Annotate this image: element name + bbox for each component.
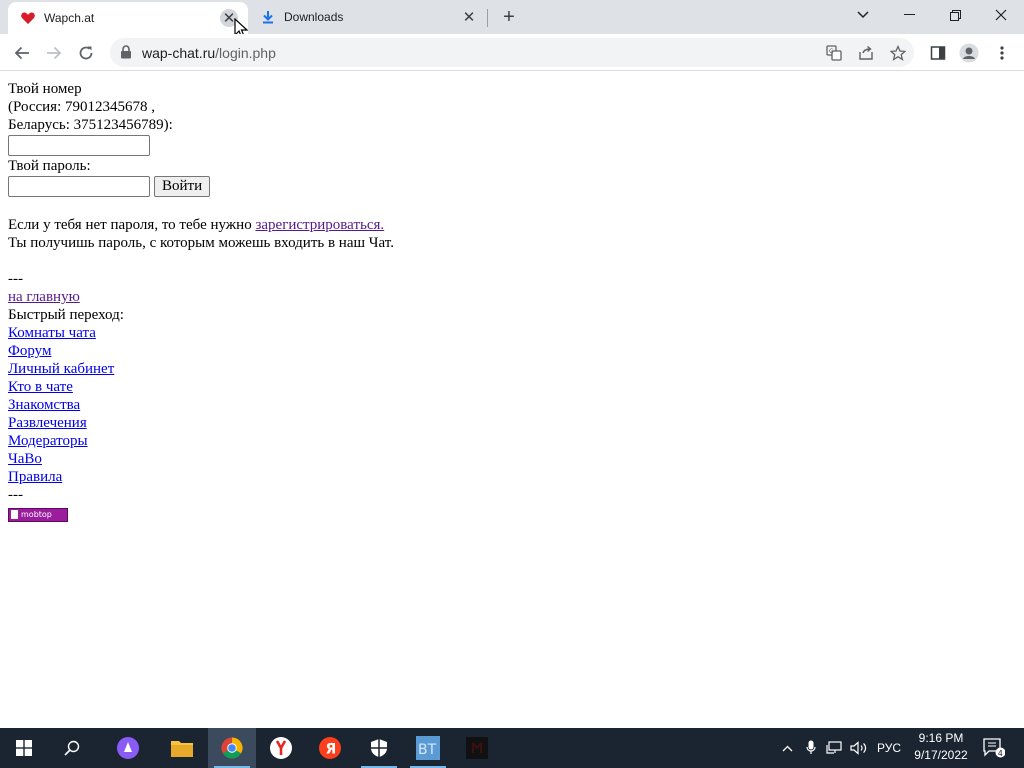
password-input[interactable] — [8, 176, 150, 197]
browser-toolbar: wap-chat.ru/login.php G — [0, 34, 1024, 71]
share-icon[interactable] — [856, 43, 876, 63]
security-shield-icon[interactable] — [355, 728, 403, 768]
number-label-line3: Беларусь: 375123456789): — [8, 117, 173, 133]
svg-text:BT: BT — [418, 742, 437, 758]
heart-icon — [20, 10, 36, 26]
file-explorer-icon[interactable] — [158, 728, 206, 768]
number-label-line2: (Россия: 79012345678 , — [8, 99, 155, 115]
tab-separator — [487, 9, 488, 27]
microphone-icon[interactable] — [802, 728, 820, 768]
number-label-line1: Твой номер — [8, 81, 82, 97]
separator-bottom: --- — [8, 487, 23, 503]
nav-link-rules[interactable]: Правила — [8, 469, 62, 485]
language-indicator[interactable]: РУС — [872, 728, 906, 768]
tab-title: Downloads — [284, 10, 344, 24]
windows-taskbar: Я BT РУС 9:16 PM 9/17/2022 4 — [0, 728, 1024, 768]
lock-icon[interactable] — [120, 45, 134, 59]
taskbar-clock[interactable]: 9:16 PM 9/17/2022 — [906, 730, 976, 766]
register-line: Если у тебя нет пароля, то тебе нужно за… — [8, 216, 394, 234]
clock-date: 9/17/2022 — [914, 748, 968, 762]
nav-link-chat-rooms[interactable]: Комнаты чата — [8, 325, 96, 341]
nav-link-moderators[interactable]: Модераторы — [8, 433, 88, 449]
tab-downloads[interactable]: Downloads ✕ — [248, 0, 488, 34]
restore-button[interactable] — [932, 0, 978, 30]
forward-button[interactable] — [40, 39, 68, 67]
mobtop-counter-badge[interactable]: mobtop — [8, 508, 68, 522]
back-button[interactable] — [8, 39, 36, 67]
minimize-button[interactable] — [886, 0, 932, 30]
translate-icon[interactable]: G — [824, 43, 844, 63]
menu-dots-icon[interactable] — [988, 39, 1016, 67]
close-tab-icon[interactable]: ✕ — [460, 8, 478, 26]
home-link[interactable]: на главную — [8, 289, 80, 305]
clock-time: 9:16 PM — [918, 731, 964, 745]
bt-app-icon[interactable]: BT — [404, 728, 452, 768]
login-button[interactable]: Войти — [154, 176, 211, 197]
register-text: Если у тебя нет пароля, то тебе нужно — [8, 217, 256, 233]
quick-nav-label: Быстрый переход: — [8, 307, 124, 323]
start-button[interactable] — [0, 728, 48, 768]
new-tab-button[interactable]: + — [498, 6, 520, 28]
alice-assistant-icon[interactable] — [104, 728, 152, 768]
nav-link-faq[interactable]: ЧаВо — [8, 451, 42, 467]
tab-wapchat[interactable]: Wapch.at ✕ — [8, 2, 248, 34]
address-bar[interactable]: wap-chat.ru/login.php G — [110, 38, 914, 67]
download-icon — [260, 9, 276, 25]
search-icon[interactable] — [48, 728, 96, 768]
phone-number-input[interactable] — [8, 135, 150, 156]
svg-text:Я: Я — [326, 742, 337, 758]
register-note: Ты получишь пароль, с которым можешь вхо… — [8, 235, 394, 251]
profile-avatar-icon[interactable] — [955, 39, 983, 67]
web-page: Твой номер (Россия: 79012345678 , Белару… — [0, 72, 1024, 728]
yandex-icon[interactable]: Я — [306, 728, 354, 768]
chrome-taskbar-icon[interactable] — [208, 728, 256, 768]
url-text: wap-chat.ru/login.php — [142, 45, 276, 61]
side-panel-icon[interactable] — [924, 39, 952, 67]
svg-text:G: G — [829, 48, 834, 55]
password-label: Твой пароль: — [8, 158, 91, 174]
nav-link-who-in-chat[interactable]: Кто в чате — [8, 379, 73, 395]
tab-strip: Wapch.at ✕ Downloads ✕ + — [0, 0, 1024, 34]
tab-title: Wapch.at — [44, 11, 95, 25]
dark-app-icon[interactable] — [453, 728, 501, 768]
notification-center-icon[interactable]: 4 — [980, 728, 1008, 768]
separator-top: --- — [8, 271, 23, 287]
bookmark-star-icon[interactable] — [888, 43, 908, 63]
nav-link-personal-cabinet[interactable]: Личный кабинет — [8, 361, 114, 377]
nav-link-entertainment[interactable]: Развлечения — [8, 415, 87, 431]
tray-chevron-up-icon[interactable] — [778, 728, 796, 768]
yandex-browser-icon[interactable] — [257, 728, 305, 768]
register-link[interactable]: зарегистрироваться. — [255, 217, 384, 233]
login-page-content: Твой номер (Россия: 79012345678 , Белару… — [8, 80, 394, 522]
nav-link-forum[interactable]: Форум — [8, 343, 51, 359]
notification-count: 4 — [998, 749, 1003, 758]
volume-icon[interactable] — [848, 728, 870, 768]
close-window-button[interactable] — [978, 0, 1024, 30]
counter-icon — [11, 510, 18, 519]
nav-link-dating[interactable]: Знакомства — [8, 397, 80, 413]
network-icon[interactable] — [824, 728, 846, 768]
tab-search-button[interactable] — [840, 0, 886, 30]
reload-button[interactable] — [72, 39, 100, 67]
